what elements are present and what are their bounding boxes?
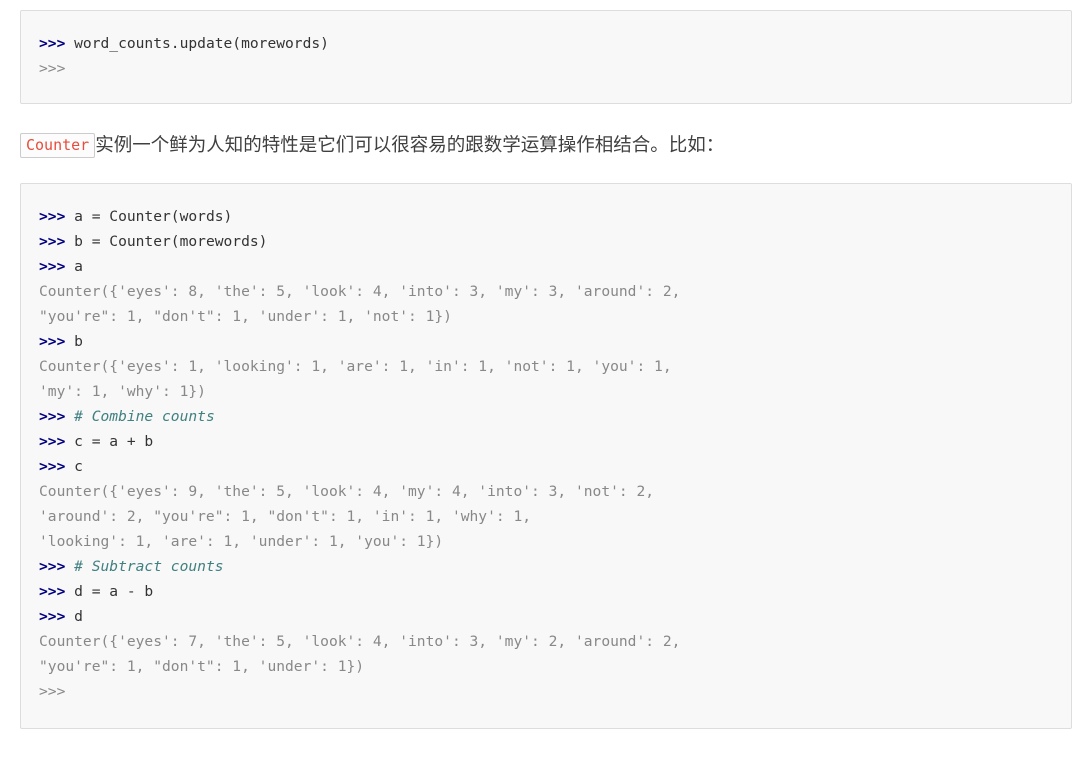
code-source: b = Counter(morewords) — [65, 233, 268, 250]
repl-output: "you're": 1, "don't": 1, 'under': 1, 'no… — [39, 308, 452, 325]
code-comment: # Subtract counts — [65, 558, 224, 575]
repl-output: 'looking': 1, 'are': 1, 'under': 1, 'you… — [39, 533, 444, 550]
code-line: Counter({'eyes': 1, 'looking': 1, 'are':… — [39, 354, 1053, 379]
code-line: >>> # Combine counts — [39, 404, 1053, 429]
repl-prompt: >>> — [39, 35, 66, 52]
code-source: word_counts.update(morewords) — [65, 35, 329, 52]
repl-prompt: >>> — [39, 608, 66, 625]
repl-output: "you're": 1, "don't": 1, 'under': 1}) — [39, 658, 365, 675]
repl-output: Counter({'eyes': 1, 'looking': 1, 'are':… — [39, 358, 672, 375]
repl-output: Counter({'eyes': 8, 'the': 5, 'look': 4,… — [39, 283, 681, 300]
code-line: >>> # Subtract counts — [39, 554, 1053, 579]
code-source: a = Counter(words) — [65, 208, 233, 225]
code-line: >>> d — [39, 604, 1053, 629]
code-source: a — [65, 258, 83, 275]
code-block-update-example[interactable]: >>> word_counts.update(morewords) >>> — [20, 10, 1072, 104]
code-line: >>> a = Counter(words) — [39, 204, 1053, 229]
code-line: >>> b — [39, 329, 1053, 354]
repl-output: 'my': 1, 'why': 1}) — [39, 383, 206, 400]
repl-prompt: >>> — [39, 558, 66, 575]
repl-prompt: >>> — [39, 208, 66, 225]
repl-prompt: >>> — [39, 583, 66, 600]
code-line: >>> word_counts.update(morewords) — [39, 31, 1053, 56]
code-source: c = a + b — [65, 433, 154, 450]
code-line: 'around': 2, "you're": 1, "don't": 1, 'i… — [39, 504, 1053, 529]
code-source: b — [65, 333, 83, 350]
code-source — [65, 683, 74, 700]
repl-prompt: >>> — [39, 258, 66, 275]
code-line: >>> — [39, 56, 1053, 81]
code-line: 'my': 1, 'why': 1}) — [39, 379, 1053, 404]
paragraph-text: 实例一个鲜为人知的特性是它们可以很容易的跟数学运算操作相结合。比如： — [95, 135, 725, 156]
repl-prompt: >>> — [39, 458, 66, 475]
repl-prompt: >>> — [39, 433, 66, 450]
code-line: >>> b = Counter(morewords) — [39, 229, 1053, 254]
repl-output: 'around': 2, "you're": 1, "don't": 1, 'i… — [39, 508, 532, 525]
repl-prompt: >>> — [39, 333, 66, 350]
code-line: >>> — [39, 679, 1053, 704]
code-line: >>> c = a + b — [39, 429, 1053, 454]
repl-prompt: >>> — [39, 683, 66, 700]
code-line: "you're": 1, "don't": 1, 'under': 1, 'no… — [39, 304, 1053, 329]
repl-output: Counter({'eyes': 9, 'the': 5, 'look': 4,… — [39, 483, 655, 500]
code-source: d = a - b — [65, 583, 154, 600]
doc-page: >>> word_counts.update(morewords) >>> Cou… — [0, 10, 1092, 729]
repl-output: Counter({'eyes': 7, 'the': 5, 'look': 4,… — [39, 633, 681, 650]
code-comment: # Combine counts — [65, 408, 215, 425]
code-line: Counter({'eyes': 7, 'the': 5, 'look': 4,… — [39, 629, 1053, 654]
code-source: d — [65, 608, 83, 625]
code-source: c — [65, 458, 83, 475]
code-line: "you're": 1, "don't": 1, 'under': 1}) — [39, 654, 1053, 679]
code-line: >>> c — [39, 454, 1053, 479]
code-line: Counter({'eyes': 9, 'the': 5, 'look': 4,… — [39, 479, 1053, 504]
inline-code-counter: Counter — [20, 133, 96, 158]
repl-prompt: >>> — [39, 408, 66, 425]
code-line: Counter({'eyes': 8, 'the': 5, 'look': 4,… — [39, 279, 1053, 304]
repl-prompt: >>> — [39, 233, 66, 250]
code-line: 'looking': 1, 'are': 1, 'under': 1, 'you… — [39, 529, 1053, 554]
code-block-counter-math-example[interactable]: >>> a = Counter(words) >>> b = Counter(mo… — [20, 183, 1072, 729]
paragraph-counter-math: Counter 实例一个鲜为人知的特性是它们可以很容易的跟数学运算操作相结合。比如… — [20, 128, 1072, 163]
code-source — [65, 60, 74, 77]
code-line: >>> a — [39, 254, 1053, 279]
repl-prompt: >>> — [39, 60, 66, 77]
code-line: >>> d = a - b — [39, 579, 1053, 604]
